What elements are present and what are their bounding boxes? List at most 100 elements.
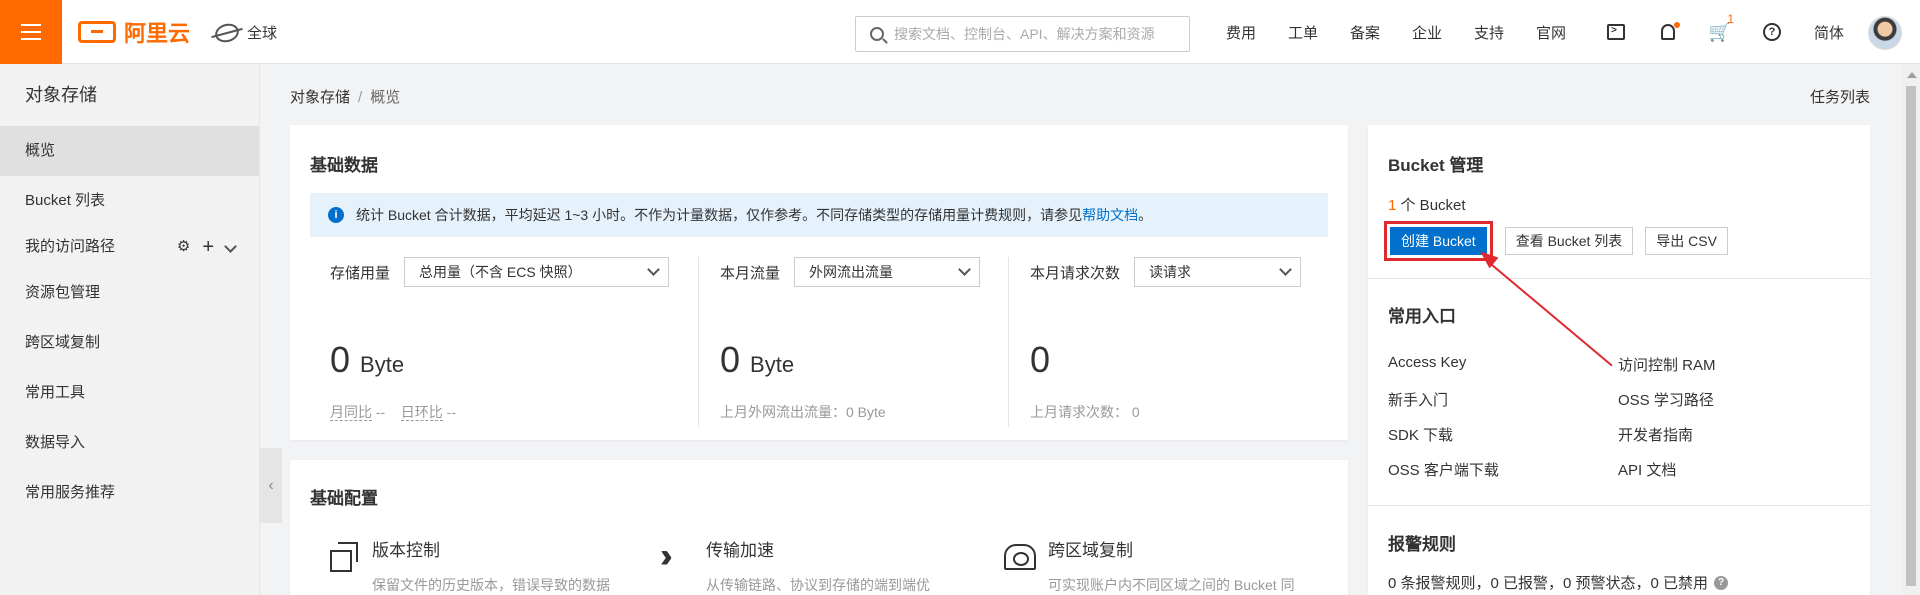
help-doc-link[interactable]: 帮助文档 (1082, 207, 1138, 223)
top-nav-icons: > 🛒 1 ? 简体 (1590, 0, 1860, 64)
copy-icon (326, 538, 362, 574)
terminal-icon: > (1607, 24, 1625, 40)
chevron-down-icon[interactable] (224, 226, 237, 268)
help-button[interactable]: ? (1746, 0, 1798, 64)
nav-link-support[interactable]: 支持 (1458, 22, 1520, 43)
chevron-down-icon (958, 263, 971, 276)
storage-select-value: 总用量（不含 ECS 快照） (419, 264, 582, 280)
question-icon[interactable]: ? (1714, 575, 1729, 590)
alert-summary: 0 条报警规则，0 已报警，0 预警状态，0 已禁用 (1388, 575, 1709, 592)
nav-link-enterprise[interactable]: 企业 (1396, 22, 1458, 43)
notifications-button[interactable] (1642, 0, 1694, 64)
mom-value: -- (375, 404, 386, 420)
top-navbar: 阿里云 全球 费用 工单 备案 企业 支持 官网 > 🛒1 ? 简体 (0, 0, 1920, 64)
breadcrumb-root[interactable]: 对象存储 (290, 89, 350, 106)
entry-getting-started[interactable]: 新手入门 (1388, 389, 1448, 410)
storage-value: 0 (330, 339, 351, 380)
basic-data-title: 基础数据 (310, 156, 378, 175)
traffic-type-select[interactable]: 外网流出流量 (794, 257, 981, 287)
aliyun-logo[interactable]: 阿里云 (78, 18, 190, 46)
traffic-last-month: 上月外网流出流量：0 Byte (720, 404, 886, 420)
sidebar-item-recommended-services[interactable]: 常用服务推荐 (0, 468, 259, 518)
feature-desc: 保留文件的历史版本，错误导致的数据 (372, 577, 610, 593)
entry-api-docs[interactable]: API 文档 (1618, 459, 1676, 480)
entry-access-key[interactable]: Access Key (1388, 354, 1466, 371)
section-divider (1368, 505, 1870, 506)
feature-title: 传输加速 (706, 541, 774, 560)
sidebar-item-overview[interactable]: 概览 (0, 126, 259, 176)
request-select-value: 读请求 (1149, 264, 1192, 280)
region-selector[interactable]: 全球 (213, 20, 278, 45)
globe-icon (213, 20, 241, 45)
entry-learning-path[interactable]: OSS 学习路径 (1618, 389, 1714, 410)
notification-dot (1674, 22, 1680, 28)
page-scrollbar[interactable] (1902, 64, 1920, 595)
feature-versioning[interactable]: 版本控制保留文件的历史版本，错误导致的数据 (326, 536, 610, 595)
bell-icon (1661, 24, 1675, 40)
create-bucket-button[interactable]: 创建 Bucket (1390, 227, 1487, 255)
chevron-down-icon (1279, 263, 1292, 276)
region-label: 全球 (247, 25, 278, 42)
metric-divider (698, 257, 699, 427)
top-nav-links: 费用 工单 备案 企业 支持 官网 (1210, 0, 1582, 64)
cart-button[interactable]: 🛒 1 (1694, 0, 1746, 64)
scrollbar-thumb[interactable] (1906, 86, 1916, 586)
feature-desc: 可实现账户内不同区域之间的 Bucket 同 (1048, 577, 1295, 593)
dod-value: -- (446, 404, 456, 420)
metric-divider (1008, 257, 1009, 427)
notice-text: 统计 Bucket 合计数据，平均延迟 1~3 小时。不作为计量数据，仅作参考。… (356, 207, 1153, 223)
bucket-count: 1 个 Bucket (1388, 197, 1466, 214)
storage-type-select[interactable]: 总用量（不含 ECS 快照） (404, 257, 670, 287)
entry-sdk-download[interactable]: SDK 下载 (1388, 424, 1453, 445)
nav-link-fees[interactable]: 费用 (1210, 22, 1272, 43)
sidebar-item-access-paths[interactable]: 我的访问路径 ⚙ + (0, 226, 259, 268)
view-bucket-list-button[interactable]: 查看 Bucket 列表 (1504, 227, 1634, 255)
requests-metric: 本月请求次数 读请求 0 上月请求次数： 0 (1030, 257, 1330, 427)
sidebar-item-cross-region-replication[interactable]: 跨区域复制 (0, 318, 259, 368)
requests-value: 0 (1030, 339, 1051, 380)
avatar[interactable] (1868, 16, 1902, 50)
sidebar-item-bucket-list[interactable]: Bucket 列表 (0, 176, 259, 226)
entry-client-download[interactable]: OSS 客户端下载 (1388, 459, 1499, 480)
request-type-select[interactable]: 读请求 (1134, 257, 1302, 287)
storage-metric: 存储用量 总用量（不含 ECS 快照） 0 Byte 月同比 -- 日环比 -- (330, 257, 680, 427)
sidebar: 对象存储 概览 Bucket 列表 我的访问路径 ⚙ + 资源包管理 跨区域复制… (0, 64, 260, 595)
entry-developer-guide[interactable]: 开发者指南 (1618, 424, 1693, 445)
basic-config-card: 基础配置 版本控制 保留文件的历史版本，错误导致的数据 ›› 传输加速 从传输链路、… (290, 460, 1348, 595)
language-switch[interactable]: 简体 (1798, 0, 1860, 64)
logo-mark-icon (78, 21, 116, 43)
gear-icon[interactable]: ⚙ (177, 226, 190, 268)
plus-icon[interactable]: + (202, 226, 214, 268)
feature-cross-region-replication[interactable]: 跨区域复制可实现账户内不同区域之间的 Bucket 同 (1002, 536, 1295, 595)
scroll-up-icon[interactable] (1907, 72, 1917, 78)
nav-link-icp[interactable]: 备案 (1334, 22, 1396, 43)
feature-desc: 从传输链路、协议到存储的端到端优 (706, 577, 930, 593)
sidebar-item-resource-packs[interactable]: 资源包管理 (0, 268, 259, 318)
sidebar-item-data-import[interactable]: 数据导入 (0, 418, 259, 468)
common-entries-title: 常用入口 (1388, 307, 1456, 326)
double-chevron-right-icon: ›› (660, 537, 673, 575)
menu-icon[interactable] (0, 0, 62, 64)
sidebar-item-common-tools[interactable]: 常用工具 (0, 368, 259, 418)
nav-link-official-site[interactable]: 官网 (1520, 22, 1582, 43)
feature-transfer-acceleration[interactable]: ›› 传输加速从传输链路、协议到存储的端到端优 (660, 536, 930, 595)
feature-title: 跨区域复制 (1048, 541, 1133, 560)
search-box[interactable] (855, 16, 1190, 52)
storage-label: 存储用量 (330, 264, 391, 282)
bucket-mgmt-title: Bucket 管理 (1388, 156, 1484, 175)
traffic-select-value: 外网流出流量 (809, 264, 894, 280)
export-csv-button[interactable]: 导出 CSV (1645, 227, 1728, 255)
entry-ram[interactable]: 访问控制 RAM (1618, 354, 1716, 375)
cloud-shell-button[interactable]: > (1590, 0, 1642, 64)
sidebar-title: 对象存储 (25, 85, 97, 105)
nav-link-tickets[interactable]: 工单 (1272, 22, 1334, 43)
task-list-link[interactable]: 任务列表 (1810, 86, 1870, 107)
basic-data-card: 基础数据 i 统计 Bucket 合计数据，平均延迟 1~3 小时。不作为计量数… (290, 125, 1348, 440)
sidebar-collapse-handle[interactable]: ‹ (260, 448, 282, 523)
question-icon: ? (1763, 23, 1781, 41)
feature-title: 版本控制 (372, 541, 440, 560)
search-input[interactable] (894, 26, 1174, 42)
traffic-metric: 本月流量 外网流出流量 0 Byte 上月外网流出流量：0 Byte (720, 257, 1020, 427)
traffic-label: 本月流量 (720, 264, 781, 282)
sidebar-item-label: 我的访问路径 (25, 238, 116, 255)
